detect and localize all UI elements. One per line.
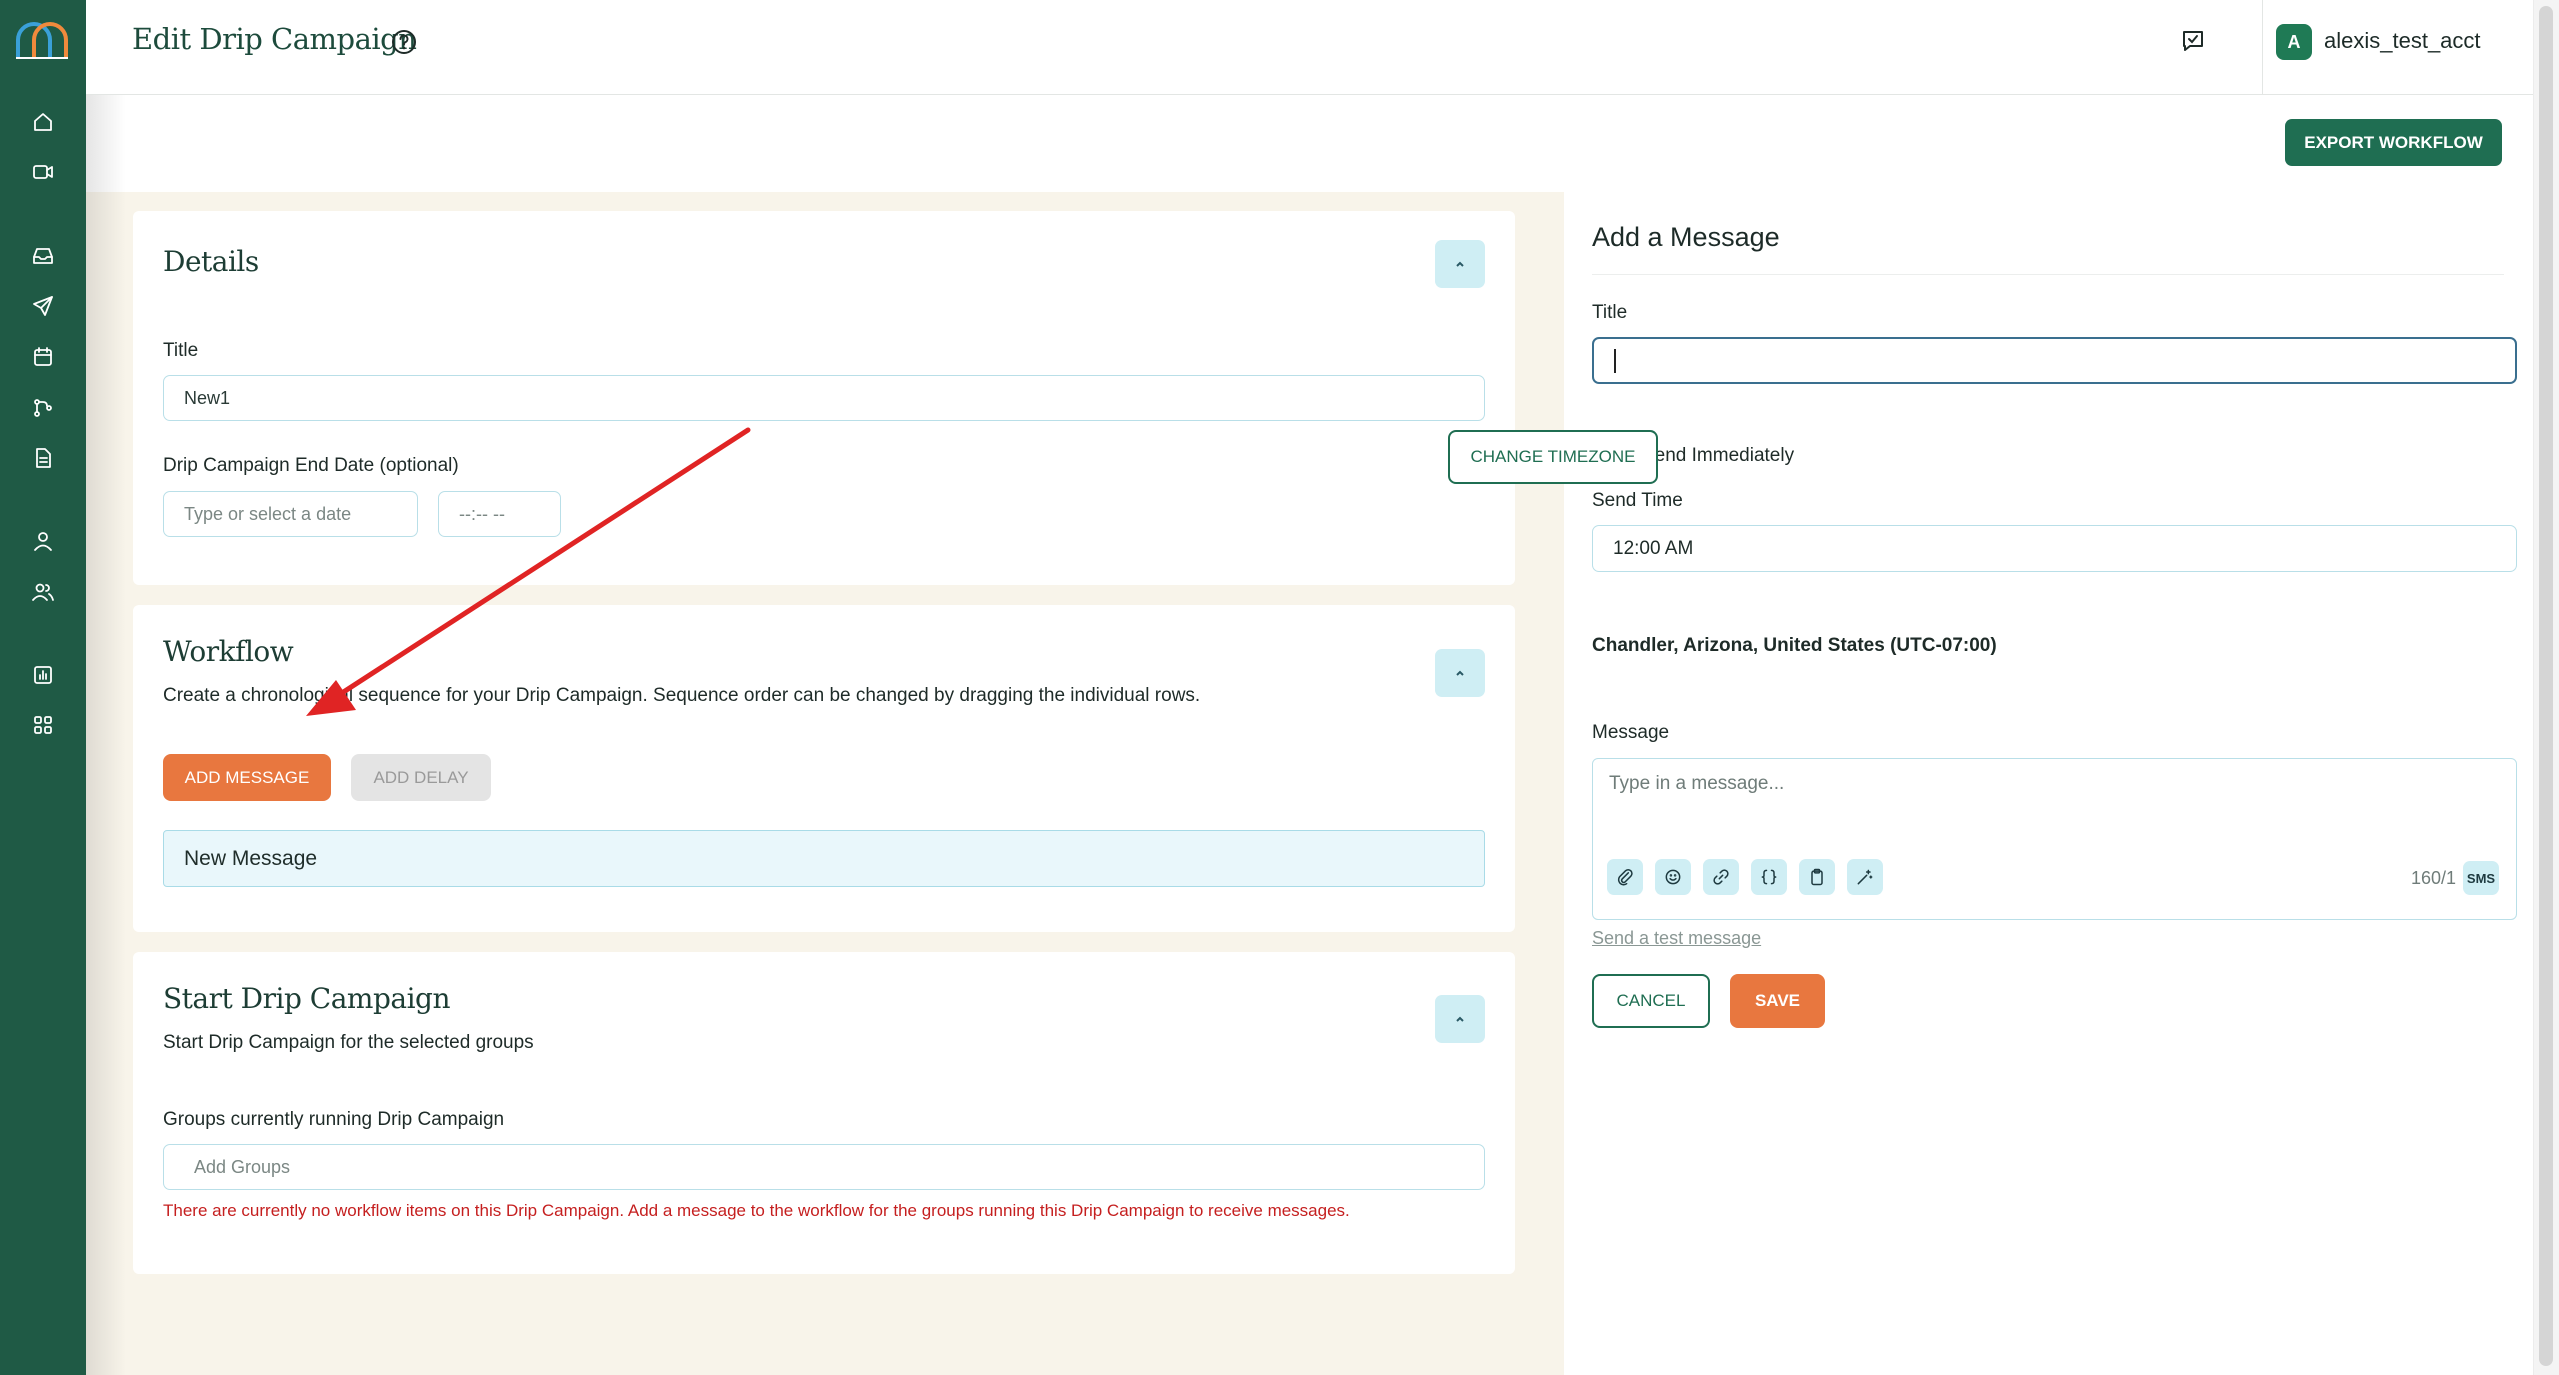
attachment-icon[interactable] bbox=[1607, 859, 1643, 895]
workflow-card: Workflow Create a chronological sequence… bbox=[133, 605, 1515, 932]
cancel-button[interactable]: CANCEL bbox=[1592, 974, 1710, 1028]
workflow-icon[interactable] bbox=[27, 392, 59, 424]
header-divider bbox=[2262, 0, 2263, 95]
save-button[interactable]: SAVE bbox=[1730, 974, 1825, 1028]
start-campaign-heading: Start Drip Campaign bbox=[163, 982, 450, 1015]
start-campaign-card: Start Drip Campaign Start Drip Campaign … bbox=[133, 952, 1515, 1274]
magic-wand-icon[interactable] bbox=[1847, 859, 1883, 895]
message-placeholder: Type in a message... bbox=[1609, 773, 1785, 794]
send-time-input[interactable]: 12:00 AM bbox=[1592, 525, 2517, 572]
collapse-details-button[interactable] bbox=[1435, 240, 1485, 288]
link-icon[interactable] bbox=[1703, 859, 1739, 895]
title-input[interactable]: New1 bbox=[163, 375, 1485, 421]
message-label: Message bbox=[1592, 722, 1670, 743]
sidebar bbox=[0, 0, 86, 1375]
top-header: Edit Drip Campaign A alexis_test_acct bbox=[86, 0, 2533, 95]
send-time-label: Send Time bbox=[1592, 490, 1683, 511]
apps-icon[interactable] bbox=[27, 709, 59, 741]
avatar[interactable]: A bbox=[2276, 24, 2312, 60]
calendar-icon[interactable] bbox=[27, 341, 59, 373]
video-icon[interactable] bbox=[27, 156, 59, 188]
details-card: Details Title New1 Drip Campaign End Dat… bbox=[133, 211, 1515, 585]
start-campaign-description: Start Drip Campaign for the selected gro… bbox=[163, 1032, 534, 1053]
chart-icon[interactable] bbox=[27, 659, 59, 691]
page-scrollbar[interactable] bbox=[2533, 0, 2559, 1375]
workflow-description: Create a chronological sequence for your… bbox=[163, 685, 1201, 706]
change-timezone-button[interactable]: CHANGE TIMEZONE bbox=[1448, 430, 1658, 484]
send-icon[interactable] bbox=[27, 290, 59, 322]
send-test-message-link[interactable]: Send a test message bbox=[1592, 928, 1761, 949]
add-message-button[interactable]: ADD MESSAGE bbox=[163, 754, 331, 801]
page-title: Edit Drip Campaign bbox=[132, 22, 417, 56]
end-date-input[interactable]: Type or select a date bbox=[163, 491, 418, 537]
message-title-label: Title bbox=[1592, 302, 1628, 323]
scrollbar-thumb[interactable] bbox=[2539, 6, 2553, 1366]
account-name[interactable]: alexis_test_acct bbox=[2324, 28, 2481, 54]
timezone-text: Chandler, Arizona, United States (UTC-07… bbox=[1592, 635, 1997, 656]
document-icon[interactable] bbox=[27, 442, 59, 474]
no-workflow-error: There are currently no workflow items on… bbox=[163, 1201, 1350, 1220]
end-time-input[interactable]: --:-- -- bbox=[438, 491, 561, 537]
emoji-icon[interactable] bbox=[1655, 859, 1691, 895]
add-delay-button: ADD DELAY bbox=[351, 754, 491, 801]
merge-field-icon[interactable] bbox=[1751, 859, 1787, 895]
message-title-input[interactable] bbox=[1592, 337, 2517, 384]
message-textarea[interactable]: Type in a message... 160/1 SMS bbox=[1592, 758, 2517, 920]
help-icon[interactable] bbox=[390, 28, 418, 56]
sidebar-shadow bbox=[86, 95, 126, 1375]
home-icon[interactable] bbox=[27, 106, 59, 138]
workflow-row[interactable]: New Message bbox=[163, 830, 1485, 887]
end-date-label: Drip Campaign End Date (optional) bbox=[163, 455, 459, 476]
text-caret bbox=[1614, 349, 1616, 373]
panel-heading: Add a Message bbox=[1592, 222, 1780, 252]
panel-divider bbox=[1592, 274, 2504, 275]
sms-channel-badge[interactable]: SMS bbox=[2463, 861, 2499, 895]
character-count: 160/1 bbox=[2411, 868, 2457, 888]
clipboard-icon[interactable] bbox=[1799, 859, 1835, 895]
brand-logo[interactable] bbox=[12, 18, 72, 62]
add-message-panel: Add a Message Title Send Immediately Sen… bbox=[1564, 192, 2533, 1375]
export-workflow-button[interactable]: EXPORT WORKFLOW bbox=[2285, 119, 2502, 166]
details-heading: Details bbox=[163, 245, 259, 278]
chevron-up-icon bbox=[1456, 670, 1464, 676]
send-immediately-label: Send Immediately bbox=[1642, 445, 1795, 466]
collapse-workflow-button[interactable] bbox=[1435, 649, 1485, 697]
feedback-chat-icon[interactable] bbox=[2180, 28, 2206, 54]
groups-label: Groups currently running Drip Campaign bbox=[163, 1109, 505, 1130]
inbox-icon[interactable] bbox=[27, 240, 59, 272]
title-label: Title bbox=[163, 340, 199, 361]
groups-input[interactable]: Add Groups bbox=[163, 1144, 1485, 1190]
user-icon[interactable] bbox=[27, 525, 59, 557]
workflow-heading: Workflow bbox=[163, 635, 294, 668]
chevron-up-icon bbox=[1456, 1016, 1464, 1022]
chevron-up-icon bbox=[1456, 261, 1464, 267]
users-icon[interactable] bbox=[27, 576, 59, 608]
collapse-start-button[interactable] bbox=[1435, 995, 1485, 1043]
